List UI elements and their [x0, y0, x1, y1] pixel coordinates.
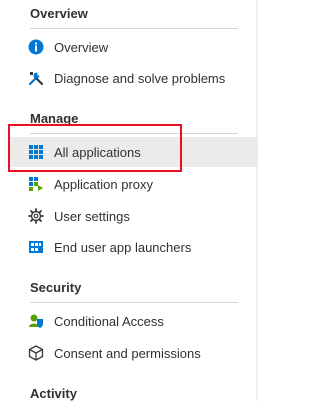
- app-launcher-icon: [29, 241, 43, 253]
- section-divider: [30, 28, 238, 29]
- sidebar-item-label: End user app launchers: [54, 240, 192, 255]
- section-divider: [30, 302, 238, 303]
- sidebar-item-label: Diagnose and solve problems: [54, 71, 226, 86]
- cube-icon: [28, 345, 44, 361]
- sidebar-item-label: Consent and permissions: [54, 346, 201, 361]
- section-header-security: Security: [30, 280, 82, 295]
- sidebar-item-overview[interactable]: Overview: [10, 32, 258, 62]
- sidebar-item-consent-and-permissions[interactable]: Consent and permissions: [10, 338, 258, 368]
- sidebar-item-diagnose[interactable]: Diagnose and solve problems: [10, 63, 258, 93]
- conditional-access-icon: [29, 314, 43, 328]
- app-proxy-icon: [29, 177, 43, 191]
- section-header-overview: Overview: [30, 6, 88, 21]
- sidebar-item-user-settings[interactable]: User settings: [10, 201, 258, 231]
- section-header-activity: Activity: [30, 386, 77, 401]
- sidebar-item-label: User settings: [54, 209, 130, 224]
- apps-grid-icon: [29, 145, 43, 159]
- tools-icon: [28, 72, 44, 86]
- sidebar-nav: Overview Overview Diagnose and solve pro…: [0, 0, 258, 401]
- sidebar-item-end-user-app-launchers[interactable]: End user app launchers: [10, 232, 258, 262]
- sidebar-item-all-applications[interactable]: All applications: [10, 137, 258, 167]
- sidebar-item-label: All applications: [54, 145, 141, 160]
- section-divider: [30, 133, 238, 134]
- gear-icon: [28, 208, 44, 224]
- sidebar-item-label: Application proxy: [54, 177, 153, 192]
- section-header-manage: Manage: [30, 111, 79, 126]
- sidebar-item-label: Conditional Access: [54, 314, 164, 329]
- sidebar-item-conditional-access[interactable]: Conditional Access: [10, 306, 258, 336]
- sidebar-item-application-proxy[interactable]: Application proxy: [10, 169, 258, 199]
- sidebar-item-label: Overview: [54, 40, 109, 55]
- info-icon: [28, 39, 44, 55]
